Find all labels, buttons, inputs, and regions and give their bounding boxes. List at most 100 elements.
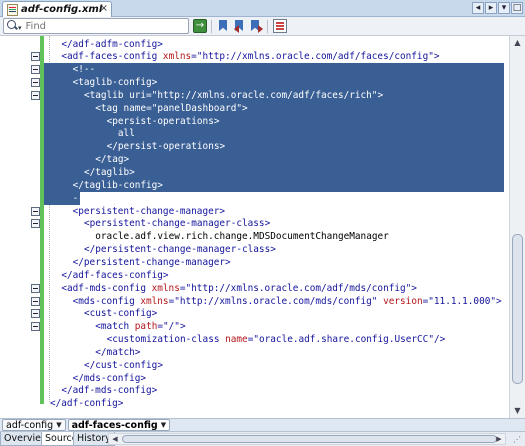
scroll-left-icon[interactable]: ◀ (109, 434, 121, 444)
code-line[interactable]: </adf-config> (50, 397, 123, 410)
code-token: <taglib uri="http://xmlns.oracle.com/adf… (83, 89, 384, 101)
code-token: /> (433, 334, 446, 346)
horizontal-scrollbar[interactable]: ◀ ▶ (108, 433, 506, 445)
fold-toggle-icon[interactable] (31, 78, 40, 88)
code-token: <taglib-config> (72, 77, 158, 89)
code-line[interactable]: </mds-config> (73, 372, 146, 385)
editor-tab-strip: adf-config.xml × ◂ ▸ ▾ □ (0, 0, 525, 17)
code-token: version (383, 295, 423, 307)
breadcrumb-adf-faces-config[interactable]: adf-faces-config ▼ (67, 419, 171, 431)
fold-toggle-icon[interactable] (31, 296, 40, 306)
code-line[interactable]: </adf-mds-config> (61, 384, 157, 397)
fold-toggle-icon[interactable] (31, 206, 40, 216)
code-token: </match> (95, 346, 141, 358)
scroll-tabs-left-button[interactable]: ◂ (472, 2, 484, 14)
vertical-scrollbar[interactable]: ▲ ▼ (509, 36, 525, 418)
code-token: > (411, 282, 417, 294)
code-line[interactable]: <taglib uri="http://xmlns.oracle.com/adf… (84, 89, 383, 102)
code-token: </taglib-config> (72, 179, 163, 191)
code-line[interactable]: <adf-mds-config xmlns="http://xmlns.orac… (61, 282, 417, 295)
fold-toggle-icon[interactable] (31, 65, 40, 75)
code-line[interactable]: <persistent-change-manager-class> (84, 217, 270, 230)
code-token: </adf-mds-config> (61, 385, 158, 397)
code-token: <persistent-change-manager> (72, 205, 226, 217)
code-token: <cust-config> (83, 308, 158, 320)
code-token: oracle.adf.view.rich.change.MDSDocumentC… (95, 231, 389, 243)
horizontal-scroll-thumb[interactable] (122, 435, 497, 443)
search-icon[interactable] (6, 19, 24, 33)
code-token: "oracle.adf.share.config.UserCC" (253, 334, 434, 346)
scroll-tabs-right-button[interactable]: ▸ (485, 2, 497, 14)
fold-toggle-icon[interactable] (31, 219, 40, 229)
code-line[interactable]: </match> (95, 346, 140, 359)
tab-adf-config-xml[interactable]: adf-config.xml × (2, 1, 112, 17)
editor-toolbar: ▾ (0, 17, 525, 36)
search-input[interactable] (25, 20, 176, 32)
code-line[interactable]: oracle.adf.view.rich.change.MDSDocumentC… (95, 230, 389, 243)
previous-bookmark-icon[interactable] (232, 19, 246, 33)
find-box: ▾ (3, 18, 189, 34)
code-line[interactable]: </persistent-change-manager-class> (84, 243, 276, 256)
code-token: > (179, 321, 186, 333)
code-token: <mds-config (72, 295, 141, 307)
window-buttons: ◂ ▸ ▾ □ (472, 2, 523, 14)
fold-toggle-icon[interactable] (31, 309, 40, 319)
maximize-button[interactable]: □ (511, 2, 523, 14)
code-line[interactable]: <persist-operations> (107, 115, 220, 128)
code-token: </persistent-change-manager> (72, 256, 231, 268)
code-line[interactable]: all (118, 127, 135, 140)
code-line[interactable]: <persistent-change-manager> (73, 205, 225, 218)
chevron-down-icon: ▼ (160, 421, 167, 429)
go-to-source-icon[interactable] (193, 19, 207, 33)
tab-list-button[interactable]: ▾ (498, 2, 510, 14)
code-token: <tag name="panelDashboard"> (95, 102, 248, 114)
code-token: </persist-operations> (106, 141, 226, 153)
code-line[interactable]: </adf-faces-config> (61, 269, 168, 282)
code-line[interactable]: <taglib-config> (73, 76, 158, 89)
resize-grip-icon[interactable]: ⋰ (510, 434, 524, 446)
code-line[interactable]: <tag name="panelDashboard"> (95, 102, 247, 115)
code-line[interactable]: <!-- (73, 63, 96, 76)
code-line[interactable]: <match path="/"> (95, 320, 185, 333)
code-token: <persist-operations> (106, 115, 220, 127)
code-token: <adf-faces-config (61, 51, 163, 63)
code-line[interactable]: </persist-operations> (107, 140, 226, 153)
close-icon[interactable]: × (100, 3, 108, 14)
code-line[interactable]: </persistent-change-manager> (73, 256, 231, 269)
scroll-right-icon[interactable]: ▶ (493, 434, 505, 444)
chevron-down-icon: ▼ (56, 421, 62, 429)
code-token: --> (72, 192, 90, 204)
xml-file-icon (7, 3, 18, 16)
toolbar-separator (267, 20, 268, 33)
code-token: </adf-config> (50, 398, 124, 410)
code-editor[interactable]: </adf-adfm-config> <adf-faces-config xmln… (0, 36, 525, 416)
code-token: <customization-class (106, 334, 226, 346)
code-line[interactable]: <mds-config xmlns="http://xmlns.oracle.c… (73, 295, 502, 308)
fold-toggle-icon[interactable] (31, 322, 40, 332)
code-line[interactable]: </taglib> (84, 166, 135, 179)
toggle-bookmark-icon[interactable] (216, 19, 230, 33)
fold-toggle-icon[interactable] (31, 283, 40, 293)
fold-toggle-icon[interactable] (31, 52, 40, 62)
code-token: </persistent-change-manager-class> (83, 244, 276, 256)
code-line[interactable]: </cust-config> (84, 359, 163, 372)
code-token: </cust-config> (83, 359, 163, 371)
code-line[interactable]: <adf-faces-config xmlns="http://xmlns.or… (61, 50, 439, 63)
vertical-scroll-thumb[interactable] (512, 234, 523, 384)
selection-highlight (44, 127, 504, 141)
code-line[interactable]: </taglib-config> (73, 179, 163, 192)
next-bookmark-icon[interactable] (248, 19, 263, 33)
code-line[interactable]: </tag> (95, 153, 129, 166)
code-line[interactable]: </adf-adfm-config> (61, 38, 163, 51)
code-token: xmlns (162, 51, 192, 63)
scroll-up-icon[interactable]: ▲ (511, 36, 524, 50)
code-token: all (117, 128, 135, 140)
code-token: "http://xmlns.oracle.com/adf/mds/config" (185, 282, 412, 294)
code-line[interactable]: --> (73, 192, 90, 205)
breadcrumb-adf-config[interactable]: adf-config ▼ (2, 419, 66, 431)
code-line[interactable]: <cust-config> (84, 307, 157, 320)
fold-toggle-icon[interactable] (31, 90, 40, 100)
code-line[interactable]: <customization-class name="oracle.adf.sh… (107, 333, 446, 346)
scroll-down-icon[interactable]: ▼ (511, 404, 524, 418)
structure-view-icon[interactable] (273, 19, 287, 33)
